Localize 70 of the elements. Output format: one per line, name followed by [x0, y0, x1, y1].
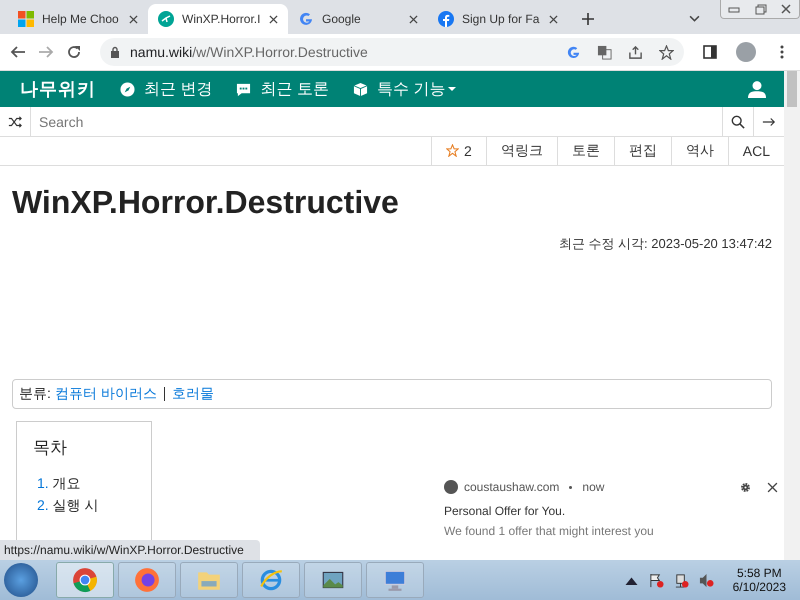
nav-link[interactable]: 최근 토론: [236, 78, 329, 100]
caret-icon: [448, 87, 456, 92]
notification-body: We found 1 offer that might interest you: [444, 524, 655, 538]
close-icon[interactable]: [549, 14, 558, 24]
tab-title: Google: [322, 12, 362, 26]
article-title: WinXP.Horror.Destructive: [12, 184, 400, 222]
chat-icon: [236, 82, 252, 97]
dot-icon: [569, 486, 572, 488]
star-icon[interactable]: [659, 44, 674, 60]
settings-icon[interactable]: [740, 482, 751, 492]
flag-icon[interactable]: [648, 572, 664, 588]
side-panel-icon[interactable]: [702, 44, 718, 60]
browser-tab[interactable]: Sign Up for Fa: [428, 4, 568, 34]
notification-time: now: [582, 480, 604, 494]
close-icon[interactable]: [409, 14, 418, 24]
url-text: namu.wiki/w/WinXP.Horror.Destructive: [130, 44, 368, 60]
category-link[interactable]: 컴퓨터 바이러스: [54, 385, 157, 404]
toc-item-text: 실행 시: [52, 497, 99, 516]
clock-time: 5:58 PM: [736, 566, 782, 580]
back-arrow-icon[interactable]: [10, 44, 26, 60]
speaker-icon[interactable]: [698, 572, 714, 588]
translate-icon[interactable]: [597, 44, 612, 60]
close-icon[interactable]: [129, 14, 138, 24]
nav-link[interactable]: 최근 변경: [120, 78, 212, 100]
clock[interactable]: 5:58 PM 6/10/2023: [732, 566, 786, 594]
category-label: 분류:: [19, 385, 51, 404]
toc-number-link[interactable]: 2.: [37, 497, 49, 516]
notification-source: coustaushaw.com: [464, 480, 560, 494]
search-icon[interactable]: [731, 114, 745, 129]
scrollbar[interactable]: [784, 71, 800, 560]
address-bar[interactable]: namu.wiki/w/WinXP.Horror.Destructive: [100, 38, 684, 66]
notification-title: Personal Offer for You.: [444, 504, 566, 518]
toc-title: 목차: [33, 437, 68, 460]
cube-icon: [352, 82, 368, 97]
profile-icon[interactable]: [736, 42, 756, 62]
network-icon[interactable]: [674, 572, 689, 588]
browser-tab[interactable]: Google: [288, 4, 428, 34]
firefox-icon[interactable]: [118, 562, 176, 598]
picture-icon[interactable]: [304, 562, 362, 598]
last-modified-text: 최근 수정 시각: 2023-05-20 13:47:42: [558, 235, 772, 254]
user-icon[interactable]: [748, 80, 766, 98]
status-url-tooltip: https://namu.wiki/w/WinXP.Horror.Destructive: [0, 540, 260, 560]
start-button[interactable]: [4, 563, 38, 597]
shuffle-icon[interactable]: [8, 114, 22, 129]
toc-item-text: 개요: [52, 475, 81, 494]
computer-icon[interactable]: [366, 562, 424, 598]
tab-title: Sign Up for Fa: [462, 12, 540, 26]
reload-icon[interactable]: [66, 44, 82, 60]
facebook-logo-icon: [438, 11, 454, 27]
google-logo-icon[interactable]: [566, 44, 581, 60]
category-link[interactable]: 호러물: [172, 385, 214, 404]
close-icon[interactable]: [767, 482, 778, 492]
nav-link[interactable]: 특수 기능: [352, 78, 456, 100]
browser-tab[interactable]: WinXP.Horror.I: [148, 4, 288, 34]
toc-number-link[interactable]: 1.: [37, 475, 49, 494]
tab-title: WinXP.Horror.I: [182, 12, 261, 26]
close-icon[interactable]: [269, 14, 278, 24]
browser-tab[interactable]: Help Me Choo: [8, 4, 148, 34]
divider-line: [164, 387, 165, 402]
google-logo-icon: [298, 11, 314, 27]
wiki-logo[interactable]: 나무위키: [20, 77, 96, 102]
tab-title: Help Me Choo: [42, 12, 120, 26]
compass-icon: [120, 82, 135, 97]
clock-date: 6/10/2023: [732, 580, 786, 594]
windows-logo-icon: [18, 11, 34, 27]
share-icon[interactable]: [628, 44, 643, 60]
lock-icon: [110, 46, 120, 58]
star-icon: [446, 144, 459, 158]
new-tab-icon[interactable]: [582, 13, 594, 25]
chevron-down-icon[interactable]: [689, 15, 700, 22]
